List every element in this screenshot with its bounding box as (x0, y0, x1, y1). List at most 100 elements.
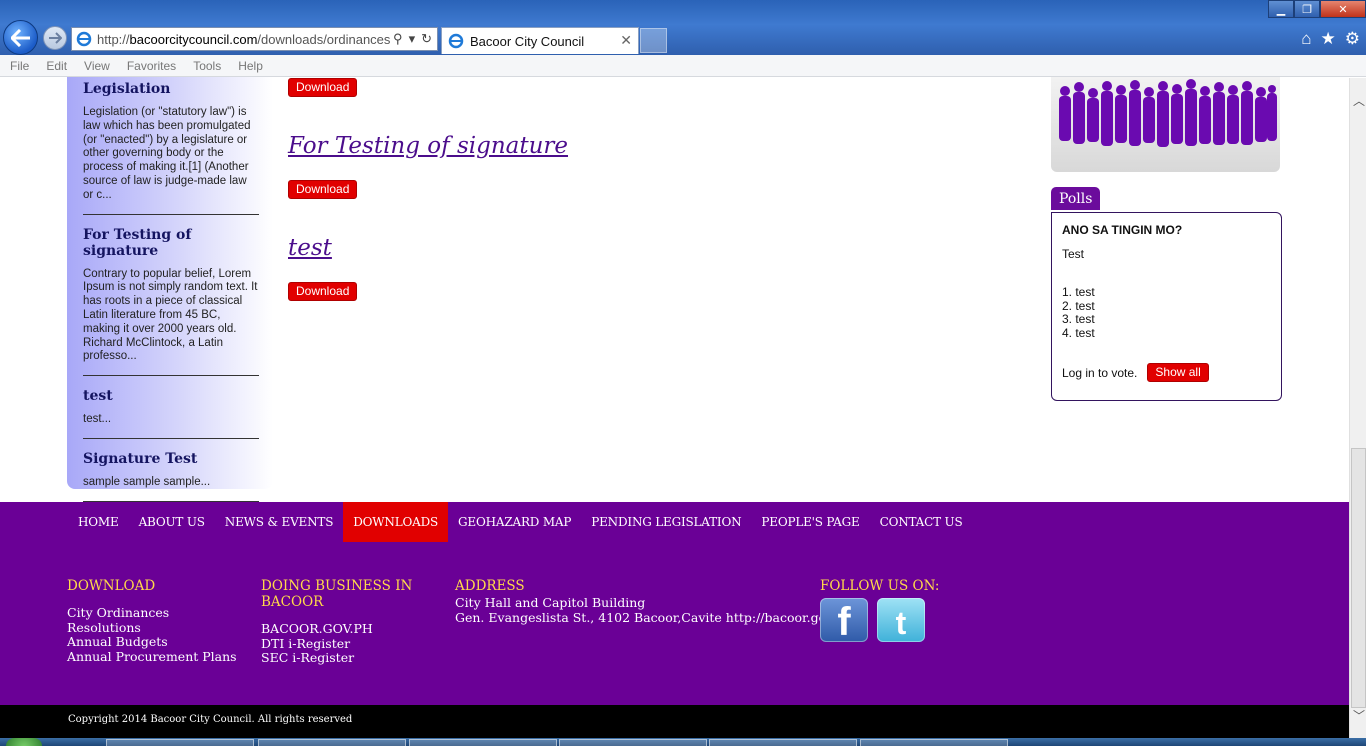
menu-favorites[interactable]: Favorites (127, 59, 176, 73)
menu-help[interactable]: Help (238, 59, 263, 73)
address-line: Gen. Evangeslista St., 4102 Bacoor,Cavit… (455, 609, 852, 625)
scroll-down-icon[interactable]: ﹀ (1353, 707, 1365, 724)
menu-bar: File Edit View Favorites Tools Help (0, 55, 1366, 77)
poll-subtitle: Test (1062, 247, 1085, 261)
url-text: http://bacoorcitycouncil.com/downloads/o… (97, 31, 391, 47)
sidebar-article-title[interactable]: Signature Test (83, 451, 259, 467)
footer-nav: HOME ABOUT US NEWS & EVENTS DOWNLOADS GE… (68, 502, 972, 542)
chevron-down-icon[interactable]: ▾ (409, 31, 416, 47)
sidebar-article: test test... (83, 388, 259, 439)
poll-question: ANO SA TINGIN MO? (1062, 223, 1183, 237)
footer-link[interactable]: DTI i-Register (261, 636, 436, 652)
sidebar-article-excerpt: test... (83, 413, 112, 426)
footer-business-column: DOING BUSINESS IN BACOOR BACOOR.GOV.PH D… (261, 578, 436, 666)
poll-option: 4. test (1062, 325, 1095, 340)
footer-nav-home[interactable]: HOME (68, 502, 129, 542)
twitter-icon[interactable]: t (877, 598, 925, 642)
tab-bacoor-city-council[interactable]: Bacoor City Council ✕ (441, 27, 639, 54)
footer-nav-peoples-page[interactable]: PEOPLE'S PAGE (751, 502, 869, 542)
poll-option: 3. test (1062, 312, 1095, 326)
footer-link[interactable]: BACOOR.GOV.PH (261, 621, 436, 637)
page-content: Legislation Legislation (or "statutory l… (0, 77, 1349, 738)
taskbar-item[interactable] (106, 739, 254, 746)
login-to-vote-text: Log in to vote. (1062, 365, 1138, 380)
footer-nav-geohazard[interactable]: GEOHAZARD MAP (448, 502, 581, 542)
document-title-link[interactable]: For Testing of signature (288, 133, 568, 159)
arrow-left-icon (10, 28, 30, 47)
right-column: Polls ANO SA TINGIN MO? Test 1. test 2. … (1051, 77, 1282, 401)
polls-tab[interactable]: Polls (1051, 187, 1101, 210)
ie-logo-icon (76, 31, 92, 47)
close-window-button[interactable]: ✕ (1320, 0, 1366, 18)
footer-link[interactable]: SEC i-Register (261, 651, 436, 666)
home-icon[interactable]: ⌂ (1301, 29, 1311, 49)
document-title-link[interactable]: test (288, 235, 332, 261)
refresh-icon[interactable]: ↻ (421, 31, 432, 47)
footer-follow-heading: FOLLOW US ON: (820, 578, 940, 594)
start-button[interactable] (6, 738, 42, 746)
taskbar-item[interactable] (860, 739, 1008, 746)
gear-icon[interactable]: ⚙ (1345, 29, 1360, 49)
sidebar-article-excerpt: sample sample sample... (83, 475, 211, 488)
footer-business-heading: DOING BUSINESS IN BACOOR (261, 578, 413, 610)
crowd-banner-image (1051, 77, 1280, 172)
footer-nav-about[interactable]: ABOUT US (129, 502, 215, 542)
menu-edit[interactable]: Edit (46, 59, 67, 73)
sidebar-article-excerpt: Contrary to popular belief, Lorem Ipsum … (83, 267, 258, 363)
footer-link[interactable]: Annual Budgets (67, 635, 247, 650)
sidebar: Legislation Legislation (or "statutory l… (67, 77, 273, 502)
ie-logo-icon (448, 33, 464, 49)
sidebar-article-title[interactable]: Legislation (83, 81, 259, 97)
footer-address-column: ADDRESS City Hall and Capitol Building G… (455, 578, 852, 625)
menu-view[interactable]: View (84, 59, 110, 73)
download-button[interactable]: Download (288, 78, 358, 97)
sidebar-article-title[interactable]: For Testing of signature (83, 227, 259, 259)
sidebar-article: Signature Test sample sample sample... (83, 451, 259, 502)
minimize-button[interactable]: ▁ (1268, 0, 1294, 18)
footer-nav-pending-legislation[interactable]: PENDING LEGISLATION (581, 502, 751, 542)
vertical-scrollbar[interactable]: ︿ ﹀ (1349, 78, 1366, 738)
taskbar-item[interactable] (709, 739, 857, 746)
sidebar-article: For Testing of signature Contrary to pop… (83, 227, 259, 377)
star-icon[interactable]: ★ (1321, 29, 1336, 49)
download-button[interactable]: Download (288, 282, 358, 301)
footer-download-heading: DOWNLOAD (67, 578, 156, 594)
show-all-button[interactable]: Show all (1147, 363, 1209, 382)
tab-title: Bacoor City Council (470, 33, 585, 49)
footer-nav-news[interactable]: NEWS & EVENTS (215, 502, 343, 542)
poll-option: 2. test (1062, 298, 1095, 313)
browser-titlebar: http://bacoorcitycouncil.com/downloads/o… (0, 0, 1366, 55)
polls-box: ANO SA TINGIN MO? Test 1. test 2. test 3… (1051, 212, 1282, 401)
address-bar[interactable]: http://bacoorcitycouncil.com/downloads/o… (71, 27, 438, 51)
taskbar-item[interactable] (409, 739, 557, 746)
close-tab-icon[interactable]: ✕ (620, 32, 632, 49)
footer-link[interactable]: Annual Procurement Plans (67, 649, 247, 665)
maximize-button[interactable]: ❐ (1294, 0, 1320, 18)
sidebar-article-excerpt: Legislation (or "statutory law") is law … (83, 106, 251, 201)
site-footer: HOME ABOUT US NEWS & EVENTS DOWNLOADS GE… (0, 502, 1349, 705)
menu-file[interactable]: File (10, 59, 29, 73)
taskbar-item[interactable] (258, 739, 406, 746)
address-line: City Hall and Capitol Building (455, 595, 646, 610)
menu-tools[interactable]: Tools (193, 59, 221, 73)
taskbar-item[interactable] (559, 739, 707, 746)
footer-nav-downloads[interactable]: DOWNLOADS (343, 502, 449, 542)
new-tab-button[interactable] (640, 28, 667, 53)
scroll-up-icon[interactable]: ︿ (1353, 92, 1365, 109)
facebook-icon[interactable]: f (820, 598, 868, 642)
forward-button[interactable] (43, 26, 67, 50)
os-taskbar (0, 738, 1366, 746)
search-icon[interactable]: ⚲ (393, 31, 403, 47)
sidebar-article-title[interactable]: test (83, 388, 259, 404)
copyright-bar: Copyright 2014 Bacoor City Council. All … (0, 705, 1349, 738)
back-button[interactable] (3, 20, 38, 55)
footer-nav-contact[interactable]: CONTACT US (870, 502, 973, 542)
scrollbar-thumb[interactable] (1351, 448, 1366, 708)
footer-address-heading: ADDRESS (455, 578, 525, 594)
footer-link[interactable]: City Ordinances (67, 605, 247, 621)
footer-follow-column: FOLLOW US ON: f t (820, 578, 980, 642)
download-button[interactable]: Download (288, 180, 358, 199)
footer-download-column: DOWNLOAD City Ordinances Resolutions Ann… (67, 578, 247, 664)
footer-link[interactable]: Resolutions (67, 620, 247, 636)
window-controls: ▁ ❐ ✕ (1268, 0, 1366, 18)
